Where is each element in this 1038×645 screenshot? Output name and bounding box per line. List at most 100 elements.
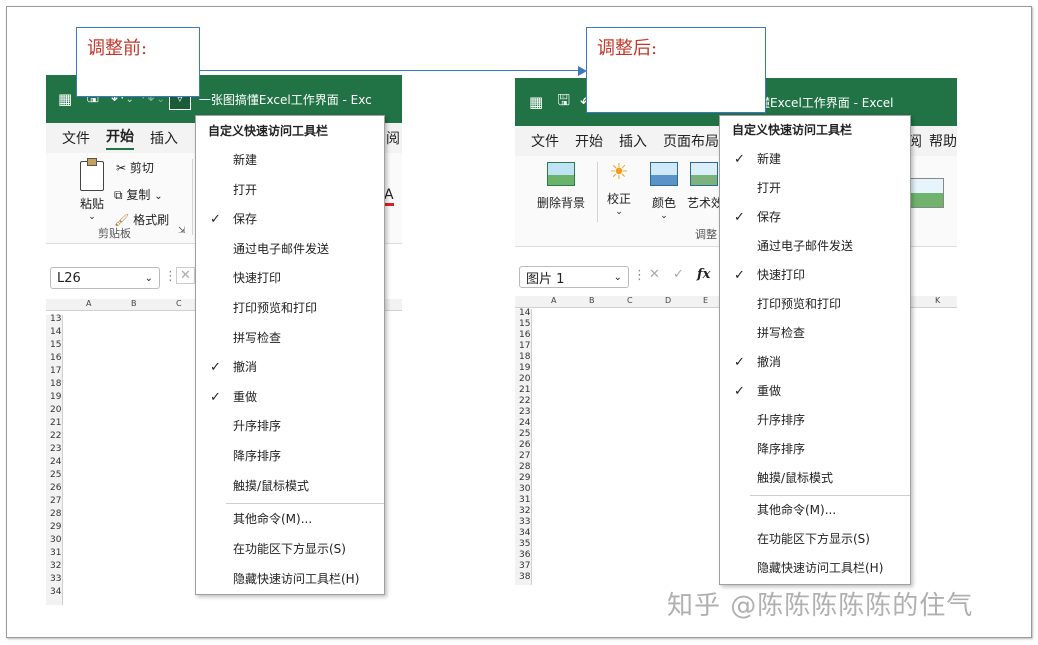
cancel-icon[interactable]: ✕ <box>176 267 195 284</box>
qat-menu-item[interactable]: 拼写检查 <box>196 324 384 354</box>
column-header[interactable]: D <box>665 296 671 305</box>
qat-menu-item[interactable]: 通过电子邮件发送 <box>196 235 384 265</box>
menu-title: 自定义快速访问工具栏 <box>208 124 329 138</box>
qat-menu-item[interactable]: ✓ 保存 <box>196 205 384 235</box>
color-button[interactable]: 颜色 ⌄ <box>649 162 679 221</box>
qat-menu-item[interactable]: 新建 <box>196 146 384 176</box>
qat-menu-item[interactable]: 降序排序 <box>196 442 384 472</box>
tab-page-layout[interactable]: 页面布局 <box>663 131 719 151</box>
callout-after: 调整后: <box>586 27 766 113</box>
checkmark-icon: ✓ <box>734 268 745 283</box>
checkmark-icon: ✓ <box>734 210 745 225</box>
qat-menu-item[interactable]: ✓ 新建 <box>720 145 910 174</box>
clipboard-icon <box>80 158 104 191</box>
show-below-ribbon-item[interactable]: 在功能区下方显示(S) <box>720 525 910 554</box>
window-title: 一张图搞懂Excel工作界面 - Exc <box>198 92 372 107</box>
tab-insert[interactable]: 插入 <box>619 131 647 151</box>
more-commands-item[interactable]: 其他命令(M)... <box>720 496 910 525</box>
excel-logo-icon: ▦ <box>529 93 544 111</box>
qat-menu-item[interactable]: 触摸/鼠标模式 <box>196 472 384 502</box>
dialog-launcher-icon[interactable]: ⇲ <box>178 226 186 236</box>
tab-file[interactable]: 文件 <box>62 128 90 148</box>
qat-menu-item[interactable]: 打开 <box>720 174 910 203</box>
row-header[interactable]: 38 <box>515 573 531 584</box>
qat-menu-item-label: 打开 <box>757 181 782 195</box>
qat-menu-item[interactable]: ✓ 重做 <box>720 377 910 406</box>
picture-style-icon[interactable] <box>908 178 944 208</box>
column-header[interactable]: B <box>131 299 137 308</box>
qat-menu-item[interactable]: 通过电子邮件发送 <box>720 232 910 261</box>
color-label: 颜色 <box>651 196 676 210</box>
hide-qat-item[interactable]: 隐藏快速访问工具栏(H) <box>720 554 910 583</box>
qat-menu-item-label: 新建 <box>233 153 258 167</box>
qat-menu-item-label: 升序排序 <box>233 419 282 434</box>
qat-menu-item-label: 保存 <box>757 210 782 224</box>
column-header[interactable]: C <box>176 299 182 308</box>
insert-function-icon[interactable]: fx <box>697 267 710 282</box>
column-header[interactable]: E <box>703 296 708 305</box>
show-below-ribbon-item[interactable]: 在功能区下方显示(S) <box>196 534 384 564</box>
qat-menu-item[interactable]: 拼写检查 <box>720 319 910 348</box>
chevron-down-icon: ⌄ <box>144 272 153 284</box>
color-picture-icon <box>650 162 678 186</box>
chevron-down-icon: ⌄ <box>154 191 163 202</box>
column-header[interactable]: A <box>86 299 91 308</box>
qat-menu-item-label: 保存 <box>233 212 258 227</box>
enter-icon[interactable]: ✓ <box>673 267 684 282</box>
qat-customize-menu-before: 自定义快速访问工具栏 新建打开 ✓ 保存通过电子邮件发送快速打印 打印预览和打印 拼写检… <box>195 115 385 595</box>
clipboard-group-label: 剪贴板 <box>98 227 131 240</box>
qat-menu-item-label: 通过电子邮件发送 <box>757 239 854 253</box>
name-box[interactable]: L26 ⌄ <box>50 267 160 289</box>
qat-menu-item[interactable]: ✓ 撤消 <box>196 353 384 383</box>
qat-menu-item-label: 快速打印 <box>757 268 806 282</box>
qat-menu-item[interactable]: 打印预览和打印 <box>720 290 910 319</box>
qat-menu-item[interactable]: ✓ 撤消 <box>720 348 910 377</box>
cancel-icon[interactable]: ✕ <box>649 267 660 282</box>
column-header[interactable]: K <box>935 296 940 305</box>
group-divider <box>597 162 598 222</box>
font-color-label[interactable]: A <box>384 187 394 206</box>
more-commands-item[interactable]: 其他命令(M)... <box>196 504 384 534</box>
tab-home[interactable]: 开始 <box>106 126 134 150</box>
row-header[interactable]: 34 <box>46 588 62 601</box>
tab-review-partial[interactable]: 阅 <box>386 128 400 148</box>
name-box-value: 图片 1 <box>526 271 565 287</box>
qat-menu-item[interactable]: ✓ 重做 <box>196 383 384 413</box>
row-headers: 14 15 16 17 18 19 20 21 22 23 24 25 26 27 28 29 30 31 32 33… <box>515 309 532 585</box>
corrections-button[interactable]: ☀ 校正 ⌄ <box>605 160 633 217</box>
sun-icon: ☀ <box>609 160 629 185</box>
qat-menu-item[interactable]: 快速打印 <box>196 264 384 294</box>
column-header[interactable]: C <box>627 296 633 305</box>
qat-menu-item[interactable]: 打开 <box>196 176 384 206</box>
qat-customize-menu-after: 自定义快速访问工具栏 ✓ 新建 打开 ✓ 保存 通过电子邮件发送 ✓ 快速打印 打印预览和打印拼… <box>719 115 911 585</box>
tab-file[interactable]: 文件 <box>531 131 559 151</box>
remove-background-button[interactable]: 删除背景 <box>533 162 589 211</box>
arrow-head-icon <box>578 66 587 76</box>
tab-help[interactable]: 帮助 <box>929 131 957 151</box>
paste-button[interactable]: 粘贴 ⌄ <box>72 158 112 222</box>
qat-menu-item[interactable]: ✓ 保存 <box>720 203 910 232</box>
name-box[interactable]: 图片 1 ⌄ <box>519 266 629 288</box>
scissors-icon: ✂ <box>116 161 127 175</box>
artistic-effects-label: 艺术效 <box>687 196 721 210</box>
qat-menu-item[interactable]: 打印预览和打印 <box>196 294 384 324</box>
copy-icon: ⧉ <box>114 188 123 202</box>
qat-menu-item[interactable]: 降序排序 <box>720 435 910 464</box>
artistic-effects-button[interactable]: 艺术效 <box>687 162 721 211</box>
save-icon[interactable]: 🖫 <box>557 91 570 113</box>
cut-button[interactable]: ✂ 剪切 <box>116 159 154 176</box>
hide-qat-item[interactable]: 隐藏快速访问工具栏(H) <box>196 564 384 594</box>
copy-button[interactable]: ⧉ 复制 ⌄ <box>114 186 163 203</box>
qat-menu-item[interactable]: 升序排序 <box>720 406 910 435</box>
tab-insert[interactable]: 插入 <box>150 128 178 148</box>
qat-menu-item[interactable]: ✓ 快速打印 <box>720 261 910 290</box>
tab-home[interactable]: 开始 <box>575 131 603 151</box>
column-header[interactable]: A <box>551 296 556 305</box>
callout-after-text: 调整后: <box>597 38 658 59</box>
callout-before-text: 调整前: <box>87 38 148 59</box>
column-header[interactable]: B <box>589 296 595 305</box>
qat-menu-item[interactable]: 升序排序 <box>196 412 384 442</box>
qat-menu-item[interactable]: 触摸/鼠标模式 <box>720 464 910 493</box>
qat-menu-item-label: 通过电子邮件发送 <box>233 241 330 256</box>
chevron-down-icon: ⌄ <box>613 271 622 283</box>
